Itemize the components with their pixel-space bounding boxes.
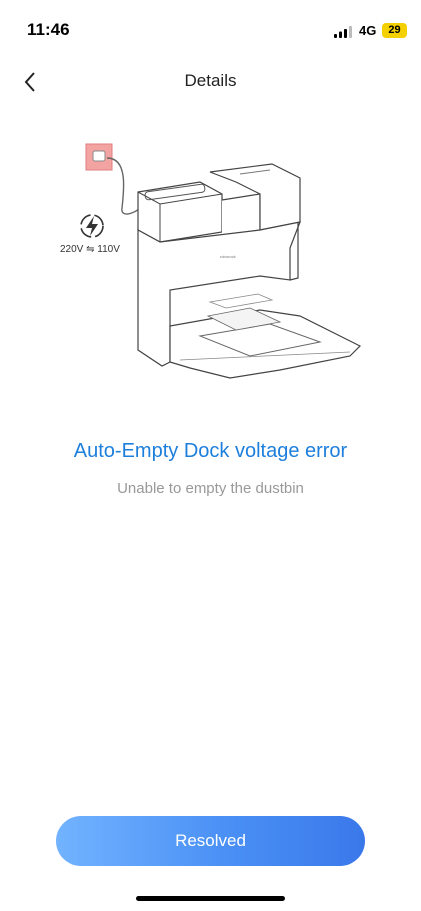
home-indicator — [136, 896, 285, 901]
dock-illustration: roborock — [80, 143, 362, 379]
resolved-button[interactable]: Resolved — [56, 816, 365, 866]
voltage-label: 220V ⇋ 110V — [60, 244, 120, 255]
network-label: 4G — [359, 23, 377, 38]
status-bar: 11:46 4G 29 — [0, 0, 421, 60]
header: Details — [0, 60, 421, 104]
status-time: 11:46 — [27, 20, 70, 39]
error-subtitle: Unable to empty the dustbin — [117, 480, 304, 497]
lightning-icon — [80, 214, 104, 238]
signal-icon — [334, 26, 352, 38]
svg-text:roborock: roborock — [220, 254, 236, 259]
battery-indicator: 29 — [382, 23, 407, 38]
error-title: Auto-Empty Dock voltage error — [73, 440, 348, 462]
details-screen: 11:46 4G 29 Details roborock 220V ⇋ 110V… — [0, 0, 421, 911]
page-title: Details — [184, 71, 237, 90]
